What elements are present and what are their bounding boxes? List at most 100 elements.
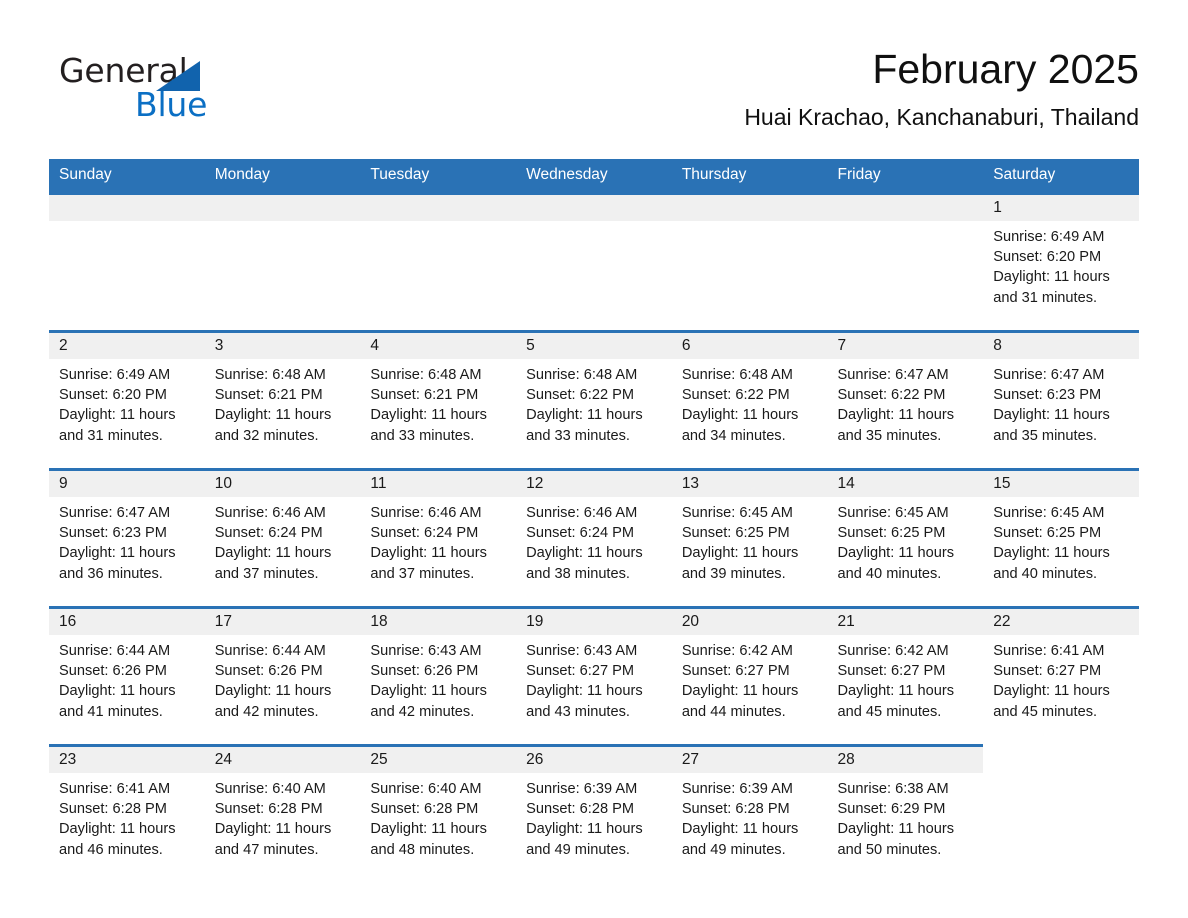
- day-cell[interactable]: 18 Sunrise: 6:43 AM Sunset: 6:26 PM Dayl…: [360, 606, 517, 746]
- day-cell[interactable]: 13 Sunrise: 6:45 AM Sunset: 6:25 PM Dayl…: [671, 468, 828, 608]
- weekday-header-sunday: Sunday: [49, 159, 205, 194]
- daylight-text-line2: and 42 minutes.: [370, 703, 475, 720]
- daylight-text-line1: Daylight: 11 hours: [214, 407, 332, 424]
- day-details: Sunrise: 6:49 AM Sunset: 6:20 PM Dayligh…: [983, 221, 1139, 308]
- day-cell[interactable]: 22 Sunrise: 6:41 AM Sunset: 6:27 PM Dayl…: [983, 606, 1139, 746]
- sunrise-text: Sunrise: 6:49 AM: [59, 367, 171, 383]
- day-cell-empty: [671, 192, 828, 332]
- day-details: Sunrise: 6:48 AM Sunset: 6:21 PM Dayligh…: [360, 359, 516, 446]
- sunset-text: Sunset: 6:27 PM: [993, 663, 1102, 680]
- day-cell[interactable]: 26 Sunrise: 6:39 AM Sunset: 6:28 PM Dayl…: [516, 744, 672, 882]
- day-cell[interactable]: 25 Sunrise: 6:40 AM Sunset: 6:28 PM Dayl…: [360, 744, 517, 882]
- weekday-header-thursday: Thursday: [671, 159, 828, 194]
- day-cell[interactable]: 23 Sunrise: 6:41 AM Sunset: 6:28 PM Dayl…: [49, 744, 205, 882]
- calendar-body: 1 Sunrise: 6:49 AM Sunset: 6:20 PM Dayli…: [49, 192, 1139, 882]
- sunset-text: Sunset: 6:28 PM: [370, 801, 479, 818]
- daylight-text-line1: Daylight: 11 hours: [370, 545, 487, 562]
- day-number: 7: [827, 333, 984, 359]
- sunset-text: Sunset: 6:28 PM: [59, 801, 167, 818]
- day-cell[interactable]: 9 Sunrise: 6:47 AM Sunset: 6:23 PM Dayli…: [49, 468, 205, 608]
- day-details: Sunrise: 6:48 AM Sunset: 6:21 PM Dayligh…: [205, 359, 361, 446]
- daylight-text-line1: Daylight: 11 hours: [526, 821, 643, 838]
- sunset-text: Sunset: 6:28 PM: [526, 801, 635, 818]
- day-cell-empty: [983, 745, 1139, 882]
- day-number: [360, 195, 517, 221]
- daylight-text-line2: and 38 minutes.: [526, 565, 630, 582]
- daylight-text-line2: and 31 minutes.: [59, 427, 163, 444]
- day-number: 5: [516, 333, 672, 359]
- sunrise-text: Sunrise: 6:42 AM: [837, 643, 949, 659]
- day-cell[interactable]: 11 Sunrise: 6:46 AM Sunset: 6:24 PM Dayl…: [360, 468, 517, 608]
- sunrise-text: Sunrise: 6:48 AM: [370, 367, 482, 383]
- daylight-text-line2: and 49 minutes.: [526, 841, 630, 858]
- day-cell[interactable]: 2 Sunrise: 6:49 AM Sunset: 6:20 PM Dayli…: [49, 330, 205, 470]
- daylight-text-line1: Daylight: 11 hours: [370, 821, 487, 838]
- day-number: 20: [671, 609, 828, 635]
- logo-text-blue: Blue: [135, 85, 208, 124]
- day-cell[interactable]: 4 Sunrise: 6:48 AM Sunset: 6:21 PM Dayli…: [360, 330, 517, 470]
- daylight-text-line2: and 46 minutes.: [59, 841, 163, 858]
- sunset-text: Sunset: 6:21 PM: [370, 387, 479, 404]
- day-number: [671, 195, 828, 221]
- day-cell[interactable]: 28 Sunrise: 6:38 AM Sunset: 6:29 PM Dayl…: [827, 744, 984, 882]
- day-details: Sunrise: 6:45 AM Sunset: 6:25 PM Dayligh…: [983, 497, 1139, 584]
- general-blue-logo[interactable]: General Blue: [59, 52, 249, 130]
- day-cell[interactable]: 5 Sunrise: 6:48 AM Sunset: 6:22 PM Dayli…: [516, 330, 672, 470]
- day-cell[interactable]: 17 Sunrise: 6:44 AM Sunset: 6:26 PM Dayl…: [204, 606, 361, 746]
- sunset-text: Sunset: 6:25 PM: [837, 525, 946, 542]
- daylight-text-line2: and 40 minutes.: [837, 565, 942, 582]
- day-details: Sunrise: 6:40 AM Sunset: 6:28 PM Dayligh…: [205, 773, 361, 860]
- day-details: Sunrise: 6:41 AM Sunset: 6:28 PM Dayligh…: [49, 773, 205, 860]
- calendar-table: Sunday Monday Tuesday Wednesday Thursday…: [49, 159, 1139, 882]
- page-title: February 2025: [872, 46, 1139, 92]
- daylight-text-line1: Daylight: 11 hours: [681, 683, 799, 700]
- daylight-text-line2: and 47 minutes.: [214, 841, 319, 858]
- daylight-text-line1: Daylight: 11 hours: [214, 821, 332, 838]
- sunrise-text: Sunrise: 6:40 AM: [214, 781, 326, 797]
- sunset-text: Sunset: 6:21 PM: [214, 387, 323, 404]
- day-number: 26: [516, 747, 672, 773]
- day-cell[interactable]: 15 Sunrise: 6:45 AM Sunset: 6:25 PM Dayl…: [983, 468, 1139, 608]
- day-cell[interactable]: 3 Sunrise: 6:48 AM Sunset: 6:21 PM Dayli…: [204, 330, 361, 470]
- sunrise-text: Sunrise: 6:44 AM: [59, 643, 171, 659]
- day-cell[interactable]: 7 Sunrise: 6:47 AM Sunset: 6:22 PM Dayli…: [827, 330, 984, 470]
- day-cell[interactable]: 1 Sunrise: 6:49 AM Sunset: 6:20 PM Dayli…: [983, 192, 1139, 332]
- day-cell[interactable]: 12 Sunrise: 6:46 AM Sunset: 6:24 PM Dayl…: [516, 468, 672, 608]
- day-cell[interactable]: 8 Sunrise: 6:47 AM Sunset: 6:23 PM Dayli…: [983, 330, 1139, 470]
- daylight-text-line1: Daylight: 11 hours: [526, 683, 643, 700]
- day-details: Sunrise: 6:39 AM Sunset: 6:28 PM Dayligh…: [672, 773, 828, 860]
- day-cell[interactable]: 24 Sunrise: 6:40 AM Sunset: 6:28 PM Dayl…: [204, 744, 361, 882]
- sunset-text: Sunset: 6:26 PM: [370, 663, 479, 680]
- daylight-text-line2: and 37 minutes.: [370, 565, 475, 582]
- day-details: Sunrise: 6:48 AM Sunset: 6:22 PM Dayligh…: [672, 359, 828, 446]
- title-block: February 2025 Huai Krachao, Kanchanaburi…: [439, 44, 1139, 132]
- day-number: 28: [827, 747, 984, 773]
- day-cell[interactable]: 27 Sunrise: 6:39 AM Sunset: 6:28 PM Dayl…: [671, 744, 828, 882]
- day-cell[interactable]: 21 Sunrise: 6:42 AM Sunset: 6:27 PM Dayl…: [827, 606, 984, 746]
- daylight-text-line2: and 33 minutes.: [526, 427, 630, 444]
- day-number: 17: [204, 609, 361, 635]
- day-cell[interactable]: 20 Sunrise: 6:42 AM Sunset: 6:27 PM Dayl…: [671, 606, 828, 746]
- daylight-text-line1: Daylight: 11 hours: [681, 407, 799, 424]
- day-number: 22: [983, 609, 1139, 635]
- day-number: 1: [983, 195, 1139, 221]
- day-cell-empty: [360, 192, 517, 332]
- calendar-page: General Blue February 2025 Huai Krachao,…: [0, 0, 1188, 918]
- day-number: [827, 195, 984, 221]
- sunrise-text: Sunrise: 6:45 AM: [993, 505, 1105, 521]
- day-cell[interactable]: 16 Sunrise: 6:44 AM Sunset: 6:26 PM Dayl…: [49, 606, 205, 746]
- day-cell-empty: [516, 192, 672, 332]
- daylight-text-line2: and 45 minutes.: [993, 703, 1098, 720]
- weekday-header-saturday: Saturday: [983, 159, 1139, 194]
- day-cell[interactable]: 19 Sunrise: 6:43 AM Sunset: 6:27 PM Dayl…: [516, 606, 672, 746]
- sunset-text: Sunset: 6:29 PM: [837, 801, 946, 818]
- day-number: [983, 745, 1139, 772]
- day-cell[interactable]: 6 Sunrise: 6:48 AM Sunset: 6:22 PM Dayli…: [671, 330, 828, 470]
- sunset-text: Sunset: 6:22 PM: [837, 387, 946, 404]
- day-cell[interactable]: 10 Sunrise: 6:46 AM Sunset: 6:24 PM Dayl…: [204, 468, 361, 608]
- sunrise-text: Sunrise: 6:46 AM: [526, 505, 638, 521]
- day-cell[interactable]: 14 Sunrise: 6:45 AM Sunset: 6:25 PM Dayl…: [827, 468, 984, 608]
- sunset-text: Sunset: 6:27 PM: [526, 663, 635, 680]
- day-number: 19: [516, 609, 672, 635]
- daylight-text-line1: Daylight: 11 hours: [681, 545, 799, 562]
